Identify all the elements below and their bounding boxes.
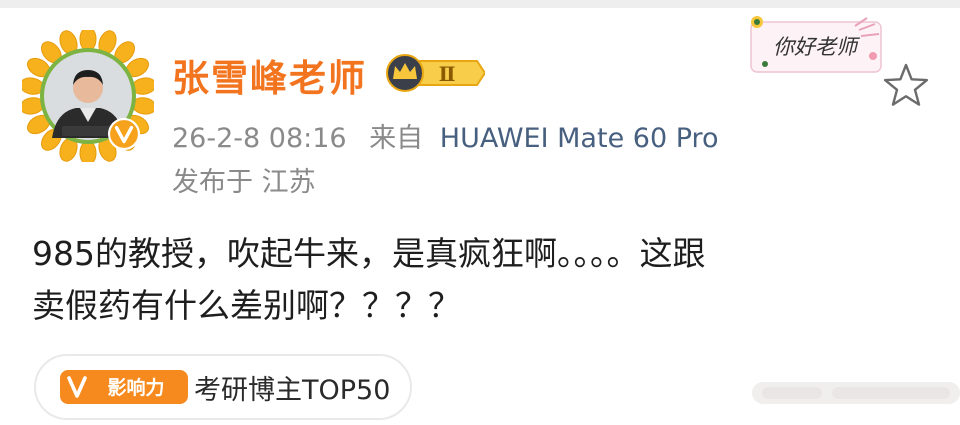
verified-v-icon [108, 118, 140, 150]
post-location: 发布于 江苏 [172, 167, 316, 198]
influence-icon-label: 影响力 [107, 376, 164, 399]
crown-level-icon[interactable]: Ⅱ [385, 54, 485, 92]
greeting-sticker: 你好老师 [750, 16, 882, 73]
level-badge-text: Ⅱ [439, 62, 456, 86]
post-body-line-2: 卖假药有什么差别啊？？？？ [32, 286, 461, 325]
post-meta: 26-2-8 08:16 来自 HUAWEI Mate 60 Pro [172, 116, 719, 155]
watermark [752, 382, 960, 404]
source-prefix: 来自 [369, 123, 424, 154]
author-name[interactable]: 张雪峰老师 [172, 48, 367, 102]
avatar[interactable] [22, 30, 154, 162]
v-influence-icon: 影响力 [60, 370, 188, 404]
post-timestamp: 26-2-8 08:16 [172, 123, 347, 154]
star-outline-icon[interactable] [880, 60, 932, 110]
top-divider [0, 0, 960, 8]
post-body: 985的教授，吹起牛来，是真疯狂啊。。。。这跟 卖假药有什么差别啊？？？？ [32, 228, 928, 332]
post-device[interactable]: HUAWEI Mate 60 Pro [440, 123, 719, 154]
influence-label: 考研博主TOP50 [194, 374, 391, 406]
sticker-text: 你好老师 [773, 35, 861, 59]
influence-pill[interactable]: 影响力 考研博主TOP50 [34, 354, 412, 420]
post-body-line-1: 985的教授，吹起牛来，是真疯狂啊。。。。这跟 [32, 234, 706, 273]
